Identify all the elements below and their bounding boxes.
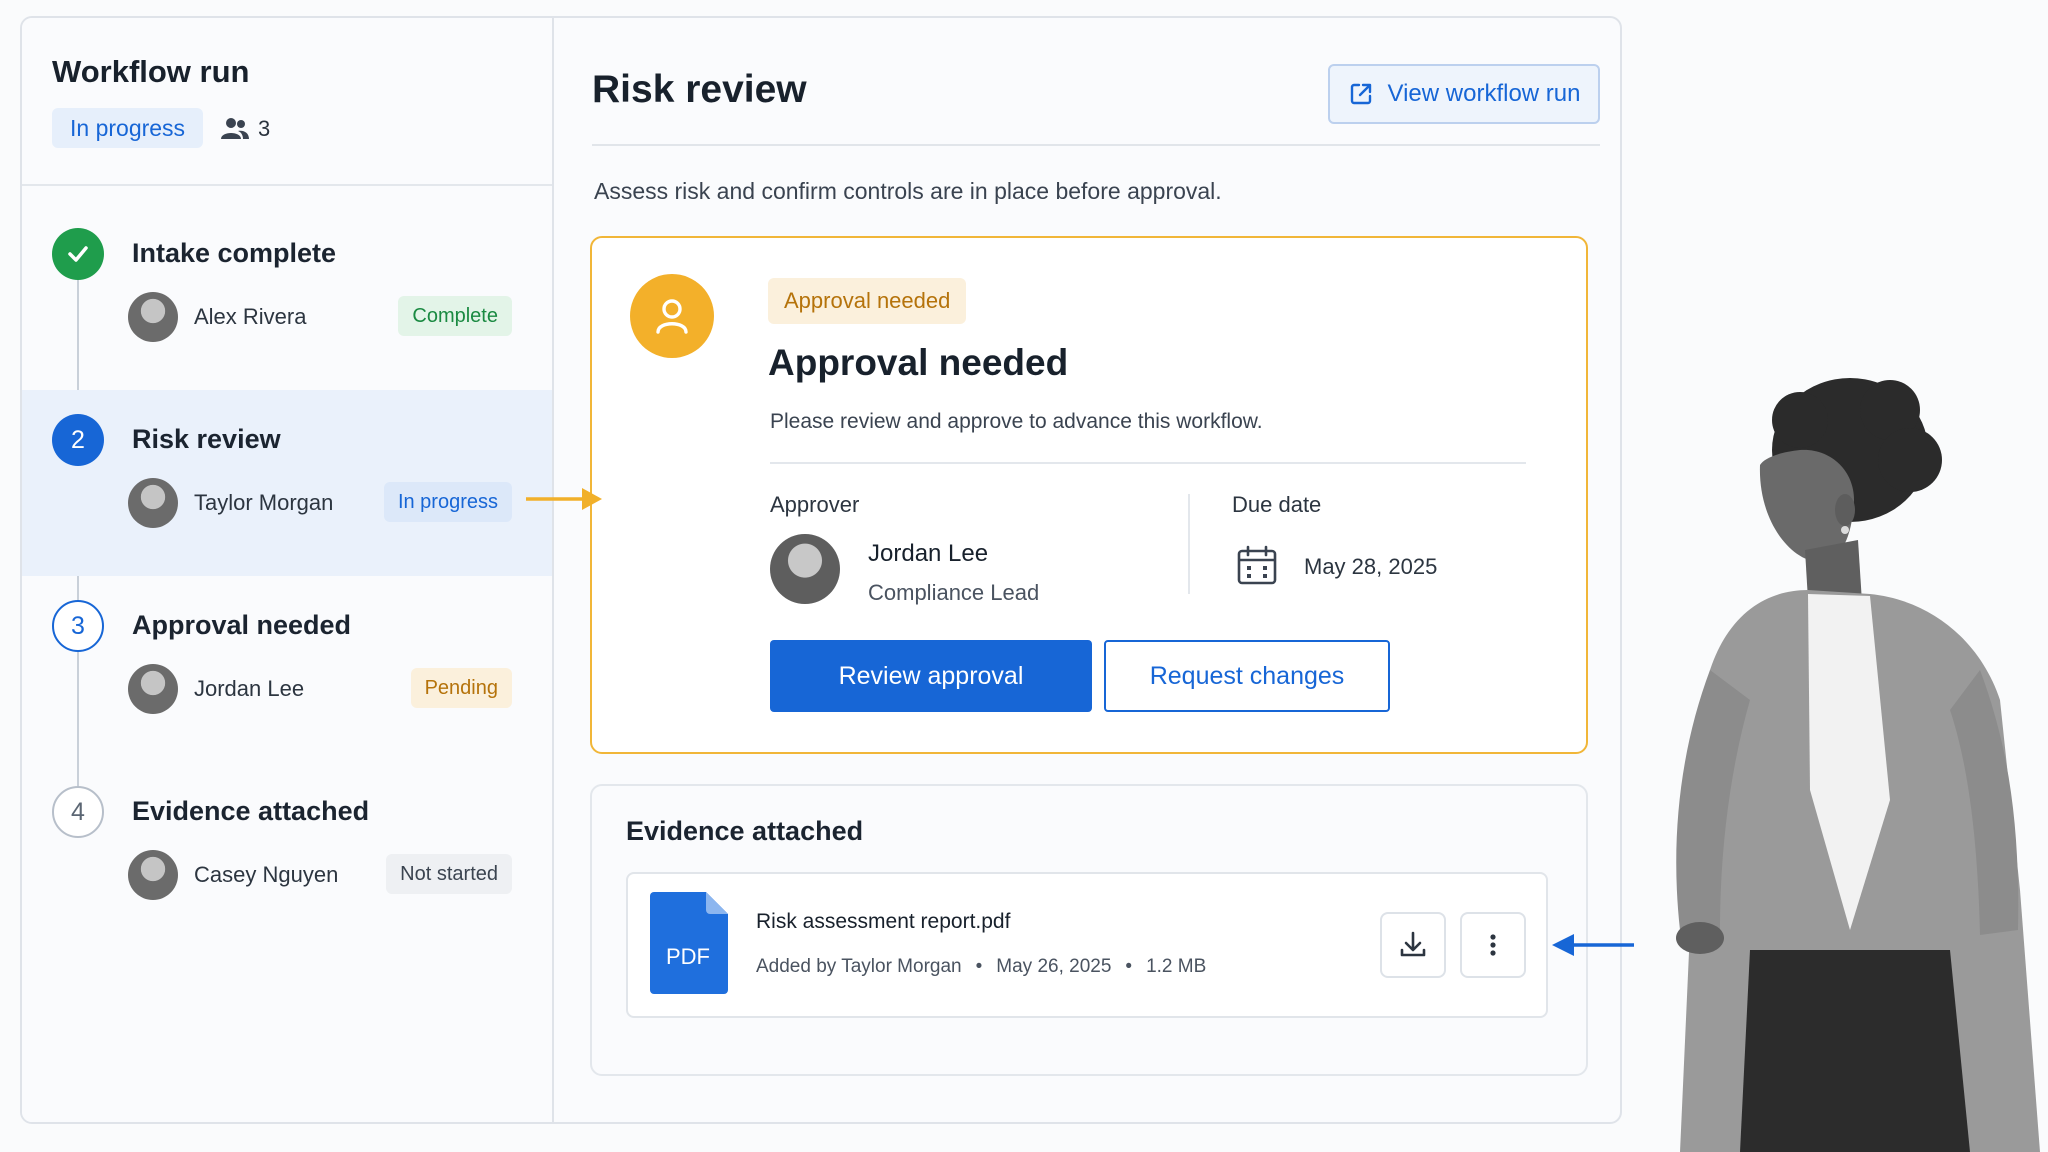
participants-count: 3 — [258, 116, 271, 141]
meta-separator: • — [1125, 956, 1133, 977]
attachment-row[interactable]: PDF Risk assessment report.pdf Added by … — [626, 872, 1548, 1018]
attachment-name[interactable]: Risk assessment report.pdf — [756, 910, 1010, 934]
step-assignee: Casey Nguyen — [194, 862, 339, 887]
approval-title: Approval needed — [768, 342, 1069, 383]
attachment-pointer-arrow — [1552, 934, 1634, 956]
workflow-sidebar: Workflow run In progress 3 Intake comple… — [22, 18, 554, 1122]
people-icon — [221, 118, 249, 139]
meta-separator: • — [975, 956, 983, 977]
view-workflow-run-label: View workflow run — [1387, 80, 1581, 107]
request-changes-button[interactable]: Request changes — [1104, 640, 1390, 712]
calendar-icon — [1237, 545, 1277, 585]
workflow-step-risk-review[interactable]: 2 Risk review Taylor Morgan In progress — [22, 390, 552, 576]
person-illustration — [1676, 378, 2040, 1152]
more-options-button[interactable] — [1460, 912, 1526, 978]
step-detail-panel: Risk review View workflow run Assess ris… — [554, 18, 1620, 1122]
step-number: 3 — [52, 600, 104, 652]
approval-divider — [770, 462, 1526, 464]
attachment-size: 1.2 MB — [1146, 956, 1207, 977]
attachment-added-by: Added by Taylor Morgan — [756, 956, 962, 977]
external-link-icon — [1350, 83, 1371, 105]
approver-avatar — [770, 534, 840, 604]
step-title: Risk review — [132, 424, 281, 454]
step-assignee: Taylor Morgan — [194, 490, 334, 515]
due-date-label: Due date — [1232, 492, 1322, 517]
approval-vertical-divider — [1188, 494, 1190, 594]
workflow-window: Workflow run In progress 3 Intake comple… — [20, 16, 1622, 1124]
workflow-step-approval[interactable]: 3 Approval needed Jordan Lee Pending — [22, 576, 552, 762]
download-button[interactable] — [1380, 912, 1446, 978]
approval-avatar-badge — [630, 274, 714, 358]
step-assignee: Alex Rivera — [194, 304, 307, 329]
download-icon — [1400, 931, 1426, 957]
view-workflow-run-button[interactable]: View workflow run — [1328, 64, 1600, 124]
step-description: Assess risk and confirm controls are in … — [594, 178, 1222, 204]
avatar — [128, 292, 178, 342]
step-number: 2 — [52, 414, 104, 466]
step-number: 4 — [52, 786, 104, 838]
approval-description: Please review and approve to advance thi… — [770, 410, 1263, 433]
page-title: Risk review — [592, 68, 807, 111]
workflow-step-intake[interactable]: Intake complete Alex Rivera Complete — [22, 204, 552, 390]
participants-indicator[interactable]: 3 — [220, 114, 270, 144]
more-vertical-icon — [1490, 934, 1496, 956]
status-badge: Not started — [386, 854, 512, 894]
step-title: Approval needed — [132, 610, 352, 640]
approval-status-badge: Approval needed — [768, 278, 967, 324]
check-icon — [68, 246, 88, 262]
step-title: Intake complete — [132, 238, 337, 268]
workflow-step-evidence[interactable]: 4 Evidence attached Casey Nguyen Not sta… — [22, 762, 552, 948]
status-badge: Pending — [410, 668, 512, 708]
user-icon — [656, 299, 688, 334]
approver-label: Approver — [770, 492, 860, 517]
attachment-meta: Added by Taylor Morgan • May 26, 2025 • … — [756, 956, 1206, 978]
step-assignee: Jordan Lee — [194, 676, 305, 701]
review-approval-button[interactable]: Review approval — [770, 640, 1092, 712]
pdf-file-icon: PDF — [650, 892, 728, 994]
pdf-icon-label: PDF — [666, 944, 710, 969]
avatar — [128, 664, 178, 714]
avatar — [128, 850, 178, 900]
status-badge: Complete — [398, 296, 512, 336]
step-to-card-arrow — [526, 488, 602, 510]
step-title: Evidence attached — [132, 796, 370, 826]
step-complete-indicator — [52, 228, 104, 280]
workflow-title: Workflow run — [52, 54, 250, 89]
sidebar-header: Workflow run In progress 3 — [22, 18, 552, 186]
approval-card: Approval needed Approval needed Please r… — [590, 236, 1588, 754]
due-date-value: May 28, 2025 — [1304, 554, 1438, 579]
avatar — [128, 478, 178, 528]
evidence-title: Evidence attached — [626, 816, 864, 846]
approver-name: Jordan Lee — [868, 540, 989, 567]
status-badge: In progress — [383, 482, 512, 522]
evidence-card: Evidence attached PDF Risk assessment re… — [590, 784, 1588, 1076]
workflow-status-badge: In progress — [52, 108, 204, 148]
attachment-date: May 26, 2025 — [996, 956, 1112, 977]
title-divider — [592, 144, 1600, 146]
approver-role: Compliance Lead — [868, 580, 1040, 605]
